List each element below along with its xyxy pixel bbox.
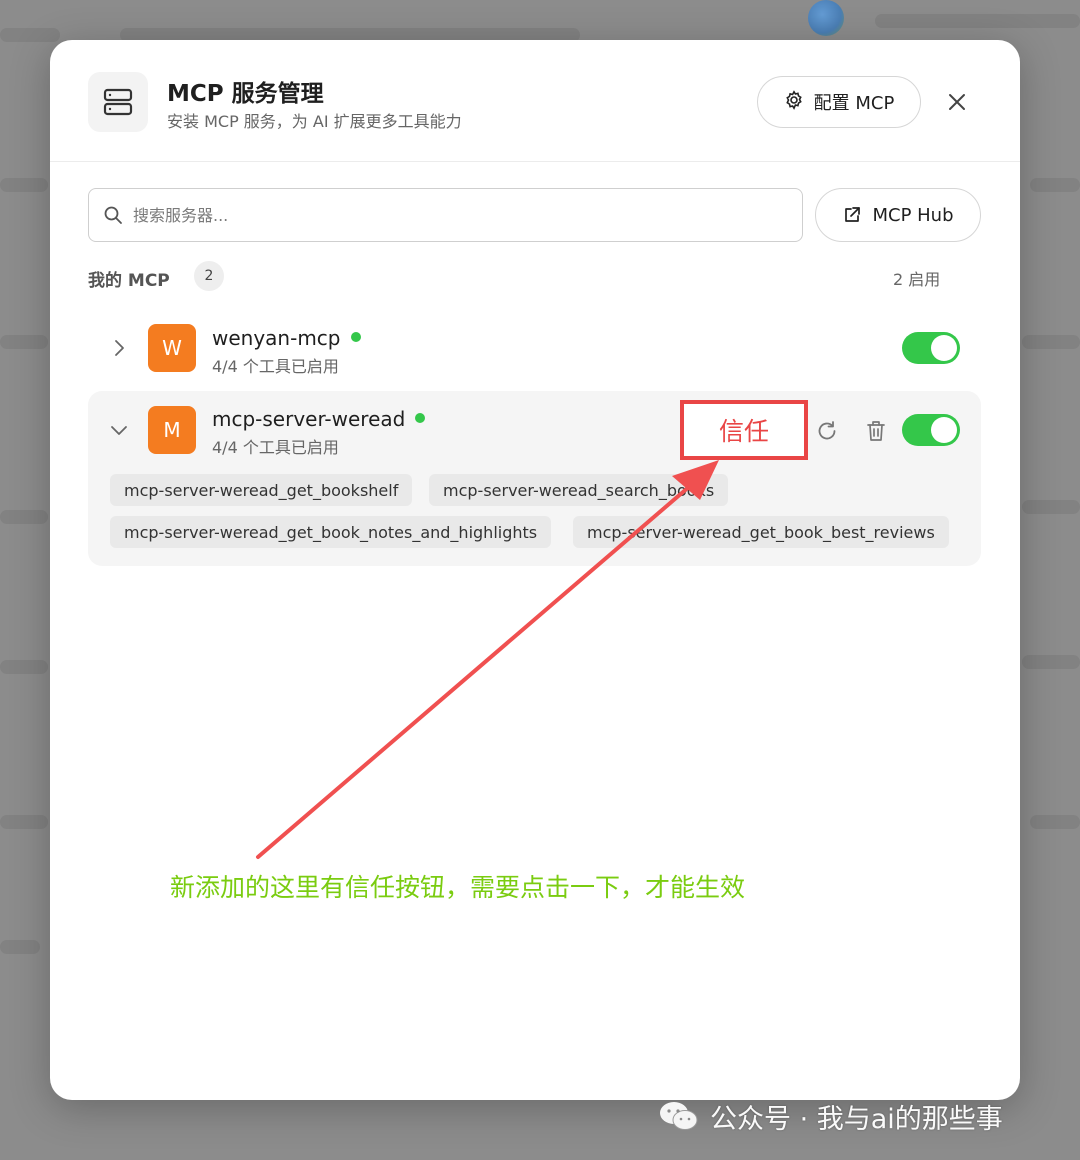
dialog-subtitle: 安装 MCP 服务，为 AI 扩展更多工具能力 xyxy=(167,112,462,131)
external-link-icon xyxy=(845,207,861,222)
background-text xyxy=(1030,815,1080,829)
search-input[interactable] xyxy=(133,205,733,225)
refresh-icon[interactable] xyxy=(814,418,840,444)
server-name-wrap: wenyan-mcp xyxy=(212,326,361,350)
trash-icon[interactable] xyxy=(863,418,889,444)
background-text xyxy=(0,815,48,829)
close-icon xyxy=(949,94,965,110)
mcp-count-badge: 2 xyxy=(194,261,224,291)
background-text xyxy=(1022,500,1080,514)
background-text xyxy=(0,660,48,674)
status-dot xyxy=(415,412,426,423)
configure-mcp-button[interactable]: 配置 MCP xyxy=(757,76,921,128)
configure-mcp-label: 配置 MCP xyxy=(813,93,895,114)
enabled-count: 2 启用 xyxy=(893,270,941,289)
toggle-knob xyxy=(931,417,957,443)
dialog-title: MCP 服务管理 xyxy=(167,81,324,107)
background-text xyxy=(875,14,1080,28)
mcp-hub-label: MCP Hub xyxy=(872,204,954,226)
search-field[interactable] xyxy=(88,188,803,242)
server-name: wenyan-mcp xyxy=(212,326,341,350)
mcp-hub-button[interactable]: MCP Hub xyxy=(815,188,981,242)
watermark: 公众号 · 我与ai的那些事 xyxy=(658,1096,1003,1136)
toggle-knob xyxy=(931,335,957,361)
dialog-header: MCP 服务管理 安装 MCP 服务，为 AI 扩展更多工具能力 配置 MCP xyxy=(50,40,1020,162)
gear-icon xyxy=(784,89,804,115)
server-tools-status: 4/4 个工具已启用 xyxy=(212,438,339,457)
close-button[interactable] xyxy=(943,88,971,116)
background-avatar xyxy=(808,0,844,36)
server-name-wrap: mcp-server-weread xyxy=(212,407,426,431)
watermark-text: 公众号 · 我与ai的那些事 xyxy=(710,1103,1003,1135)
background-text xyxy=(0,940,40,954)
wechat-icon xyxy=(660,1102,698,1130)
search-icon xyxy=(104,206,122,224)
tool-tag: mcp-server-weread_get_book_notes_and_hig… xyxy=(110,516,552,548)
server-row-mcp-server-weread[interactable]: M mcp-server-weread 4/4 个工具已启用 信任 mcp-se… xyxy=(88,391,981,566)
tool-tag: mcp-server-weread_get_book_best_reviews xyxy=(573,516,949,548)
background-text xyxy=(1030,178,1080,192)
mcp-manager-dialog: MCP 服务管理 安装 MCP 服务，为 AI 扩展更多工具能力 配置 MCP xyxy=(50,40,1020,1100)
server-enable-toggle[interactable] xyxy=(902,414,960,446)
status-dot xyxy=(350,331,361,342)
background-text xyxy=(1022,335,1080,349)
background-text xyxy=(0,335,48,349)
background-text xyxy=(0,510,48,524)
server-avatar: W xyxy=(148,324,196,372)
background-text xyxy=(1022,655,1080,669)
server-enable-toggle[interactable] xyxy=(902,332,960,364)
server-name: mcp-server-weread xyxy=(212,407,406,431)
my-mcp-heading: 我的 MCP xyxy=(88,271,170,291)
annotation-text: 新添加的这里有信任按钮，需要点击一下，才能生效 xyxy=(170,873,746,902)
background-text xyxy=(0,178,48,192)
server-avatar: M xyxy=(148,406,196,454)
tool-tag: mcp-server-weread_search_books xyxy=(429,474,729,506)
trust-button[interactable]: 信任 xyxy=(680,400,808,460)
chevron-down-icon[interactable] xyxy=(110,421,128,439)
tool-tag: mcp-server-weread_get_bookshelf xyxy=(110,474,413,506)
server-icon xyxy=(88,72,148,132)
chevron-right-icon[interactable] xyxy=(110,339,128,357)
server-tools-status: 4/4 个工具已启用 xyxy=(212,357,339,376)
server-row-wenyan-mcp[interactable]: W wenyan-mcp 4/4 个工具已启用 xyxy=(88,308,981,388)
